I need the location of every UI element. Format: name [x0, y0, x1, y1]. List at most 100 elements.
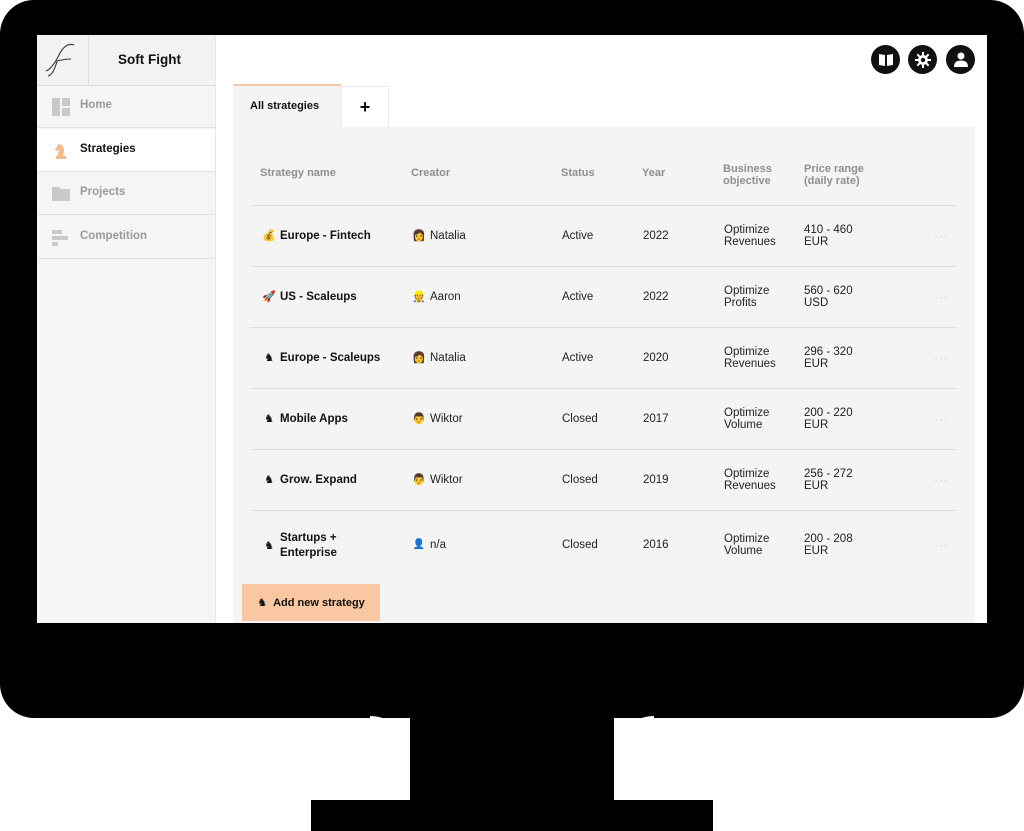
rocket-icon: 🚀	[262, 291, 276, 303]
column-header-year[interactable]: Year	[642, 167, 665, 179]
chess-knight-icon: ♞	[264, 540, 274, 552]
column-header-status[interactable]: Status	[561, 167, 595, 179]
man-avatar-icon: 👨	[412, 413, 426, 425]
price-range: 200 - 220 EUR	[804, 407, 853, 431]
status: Closed	[562, 474, 598, 486]
objective-line: Profits	[724, 297, 757, 309]
dashboard-icon	[52, 98, 70, 116]
add-tab-button[interactable]: +	[341, 86, 389, 127]
status: Active	[562, 230, 594, 242]
chess-knight-icon: ♞	[264, 352, 274, 364]
objective-line: Revenues	[724, 236, 776, 248]
objective: Optimize Revenues	[724, 468, 776, 492]
chess-knight-icon: ♞	[264, 413, 274, 425]
name-line: Startups +	[280, 532, 337, 544]
user-icon[interactable]	[946, 45, 975, 74]
brand: Soft Fight	[37, 35, 215, 86]
price-line: EUR	[804, 236, 829, 248]
objective-line: Optimize	[724, 346, 770, 358]
chess-knight-icon: ♞	[257, 597, 268, 609]
table-row[interactable]: ♞ Grow. Expand 👨 Wiktor Closed 2019 Opti…	[250, 449, 957, 511]
year: 2016	[643, 539, 669, 551]
sidebar-item-home[interactable]: Home	[37, 85, 215, 128]
price-line: 296 - 320	[804, 346, 853, 358]
logo[interactable]	[37, 35, 89, 85]
tab-label: All strategies	[250, 100, 320, 112]
objective-line: Revenues	[724, 358, 776, 370]
table-row[interactable]: 🚀 US - Scaleups 👷 Aaron Active 2022 Opti…	[250, 266, 957, 328]
column-header-price[interactable]: Price range (daily rate)	[804, 163, 864, 187]
header-line: Price range	[804, 163, 864, 175]
strategy-name[interactable]: 💰 Europe - Fintech	[261, 230, 371, 242]
header-line: (daily rate)	[804, 175, 860, 187]
more-options-icon[interactable]: ···	[934, 473, 949, 487]
price-line: 410 - 460	[804, 224, 853, 236]
column-header-creator[interactable]: Creator	[411, 167, 450, 179]
creator-name: Aaron	[430, 291, 461, 303]
more-options-icon[interactable]: ···	[934, 229, 949, 243]
more-options-icon[interactable]: ···	[934, 538, 949, 552]
price-line: EUR	[804, 480, 829, 492]
objective: Optimize Revenues	[724, 224, 776, 248]
app-name: Soft Fight	[118, 52, 181, 67]
more-options-icon[interactable]: ···	[934, 412, 949, 426]
name-line: Enterprise	[280, 547, 337, 559]
price-line: USD	[804, 297, 829, 309]
more-options-icon[interactable]: ···	[934, 351, 949, 365]
strategy-name[interactable]: ♞ Grow. Expand	[261, 474, 357, 486]
price-line: EUR	[804, 358, 829, 370]
status: Closed	[562, 413, 598, 425]
strategy-name[interactable]: ♞ Mobile Apps	[261, 413, 348, 425]
strategy-name[interactable]: ♞ Startups + Enterprise	[261, 531, 337, 561]
table-row[interactable]: ♞ Startups + Enterprise 👤 n/a Closed 201…	[250, 510, 957, 577]
add-new-strategy-button[interactable]: ♞ Add new strategy	[242, 584, 380, 621]
strategy-name-text: Mobile Apps	[280, 413, 348, 425]
creator: 👩 Natalia	[411, 352, 466, 364]
price-line: 256 - 272	[804, 468, 853, 480]
objective-line: Revenues	[724, 480, 776, 492]
creator: 👷 Aaron	[411, 291, 461, 303]
creator: 👩 Natalia	[411, 230, 466, 242]
strategy-name-text: Europe - Scaleups	[280, 352, 381, 364]
column-header-name[interactable]: Strategy name	[260, 167, 336, 179]
sidebar-item-projects[interactable]: Projects	[37, 172, 215, 215]
tab-all-strategies[interactable]: All strategies	[233, 84, 341, 127]
header-line: objective	[723, 175, 771, 187]
objective-line: Optimize	[724, 407, 770, 419]
worker-avatar-icon: 👷	[412, 291, 426, 303]
table-row[interactable]: ♞ Europe - Scaleups 👩 Natalia Active 202…	[250, 327, 957, 389]
strategy-name[interactable]: 🚀 US - Scaleups	[261, 291, 357, 303]
creator-name: Wiktor	[430, 474, 463, 486]
objective: Optimize Profits	[724, 285, 769, 309]
woman-avatar-icon: 👩	[412, 230, 426, 242]
year: 2019	[643, 474, 669, 486]
year: 2022	[643, 230, 669, 242]
sidebar-item-label: Strategies	[80, 143, 136, 155]
price-range: 560 - 620 USD	[804, 285, 853, 309]
book-icon[interactable]	[871, 45, 900, 74]
table-row[interactable]: 💰 Europe - Fintech 👩 Natalia Active 2022…	[250, 205, 957, 267]
header-line: Business	[723, 163, 772, 175]
sidebar-item-strategies[interactable]: Strategies	[37, 129, 215, 172]
strategy-name-text: Europe - Fintech	[280, 230, 371, 242]
creator-name: n/a	[430, 539, 446, 551]
year: 2017	[643, 413, 669, 425]
status: Closed	[562, 539, 598, 551]
price-range: 256 - 272 EUR	[804, 468, 853, 492]
creator-name: Natalia	[430, 352, 466, 364]
gear-icon[interactable]	[908, 45, 937, 74]
sidebar-item-competition[interactable]: Competition	[37, 216, 215, 259]
strategies-panel: Strategy name Creator Status Year Busine…	[233, 127, 975, 623]
money-bag-icon: 💰	[262, 230, 276, 242]
price-range: 410 - 460 EUR	[804, 224, 853, 248]
table-row[interactable]: ♞ Mobile Apps 👨 Wiktor Closed 2017 Optim…	[250, 388, 957, 450]
objective: Optimize Revenues	[724, 346, 776, 370]
strategy-name[interactable]: ♞ Europe - Scaleups	[261, 352, 380, 364]
year: 2020	[643, 352, 669, 364]
person-icon: 👤	[412, 539, 426, 550]
objective-line: Optimize	[724, 533, 770, 545]
chess-knight-icon: ♞	[264, 474, 274, 486]
more-options-icon[interactable]: ···	[934, 290, 949, 304]
column-header-objective[interactable]: Business objective	[723, 163, 772, 187]
woman-avatar-icon: 👩	[412, 352, 426, 364]
